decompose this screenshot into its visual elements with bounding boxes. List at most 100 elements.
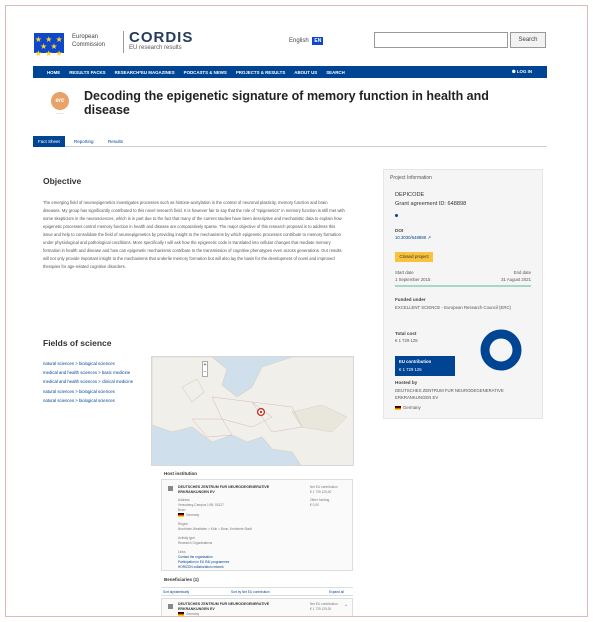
location-map[interactable]	[151, 356, 354, 466]
status-badge: Closed project	[395, 252, 433, 262]
host-other-funding-label: Other funding	[310, 498, 330, 502]
zoom-in-button[interactable]: +	[203, 362, 207, 369]
sort-contribution-button[interactable]: Sort by Net EU contribution	[231, 590, 270, 594]
objective-text: The emerging field of neuroepigenetics i…	[43, 200, 345, 269]
sort-alpha-button[interactable]: Sort alphabetically	[163, 590, 189, 594]
search-button[interactable]: Search	[510, 32, 546, 48]
project-timeline-bar	[395, 285, 531, 287]
funded-under-label: Funded under	[395, 297, 426, 302]
grant-agreement-id: Grant agreement ID: 648898	[395, 201, 467, 207]
eu-contribution-label: EU contribution	[399, 359, 432, 364]
start-date-value: 1 September 2015	[395, 277, 431, 282]
tab-reporting[interactable]: Reporting	[69, 136, 99, 147]
header-divider	[123, 31, 124, 53]
page-title: Decoding the epigenetic signature of mem…	[84, 89, 489, 117]
nav-item-podcasts-news[interactable]: PODCASTS & NEWS	[184, 70, 227, 75]
info-dot-icon	[395, 214, 398, 217]
eu-flag-icon[interactable]: ★ ★ ★ ★ ★ ★ ★ ★	[34, 33, 64, 58]
cordis-logo[interactable]: CORDIS	[129, 29, 193, 46]
hosted-by-value[interactable]: DEUTSCHES ZENTRUM FUR NEURODEGENERATIVE …	[395, 387, 535, 401]
host-activity: Research Organisations	[178, 541, 213, 545]
beneficiary-net-label: Net EU contribution	[310, 602, 338, 606]
germany-flag-icon	[178, 612, 184, 616]
language-selector[interactable]: English EN	[289, 37, 324, 45]
funded-under-value[interactable]: EXCELLENT SCIENCE - European Research Co…	[395, 304, 535, 311]
host-country: Germany	[178, 513, 199, 518]
contribution-donut-chart	[480, 329, 522, 371]
host-contact-link[interactable]: Contact the organisation	[178, 555, 213, 560]
login-label: LOG IN	[516, 69, 532, 74]
host-country-label: Germany	[186, 513, 200, 517]
cordis-subtitle: EU research results	[129, 45, 182, 51]
institution-icon	[168, 604, 173, 609]
language-label: English	[289, 38, 309, 44]
hosted-by-label: Hosted by	[395, 380, 418, 385]
total-cost-label: Total cost	[395, 331, 417, 336]
eu-contribution-box: EU contribution € 1 729 125	[395, 356, 455, 376]
page-frame: ★ ★ ★ ★ ★ ★ ★ ★ European Commission CORDIS…	[5, 5, 588, 617]
project-acronym: DEPICODE	[395, 192, 425, 198]
beneficiary-name[interactable]: DEUTSCHES ZENTRUM FUR NEURODEGENERATIVE …	[178, 602, 298, 611]
field-link[interactable]: medical and health sciences > basic medi…	[43, 368, 149, 377]
nav-item-magazines[interactable]: RESEARCH*EU MAGAZINES	[115, 70, 175, 75]
institution-icon	[168, 486, 173, 491]
field-link[interactable]: natural sciences > biological sciences	[43, 387, 149, 396]
nav-item-projects-results[interactable]: PROJECTS & RESULTS	[236, 70, 285, 75]
panel-heading: Project Information	[390, 175, 432, 181]
host-network-link[interactable]: HORIZON collaboration network	[178, 565, 224, 570]
host-address: Venusberg-Campus 1/99, 53127 Bonn	[178, 503, 224, 512]
nav-item-about-us[interactable]: ABOUT US	[294, 70, 317, 75]
tab-results[interactable]: Results	[103, 136, 128, 147]
external-link-icon: ↗	[427, 235, 431, 240]
host-region: Nordrhein-Westfalen > Köln > Bonn, Kreis…	[178, 527, 252, 531]
end-date-value: 31 August 2021	[501, 277, 531, 282]
host-other-funding-value: € 0,00	[310, 503, 319, 507]
total-cost-value: € 1 729 125	[395, 338, 418, 343]
map-zoom-control[interactable]: + −	[202, 361, 208, 377]
doi-value: 10.3030/648898	[395, 235, 427, 240]
host-activity-label: Activity type	[178, 536, 196, 540]
start-date-label: Start date	[395, 270, 414, 275]
field-link[interactable]: medical and health sciences > clinical m…	[43, 377, 149, 386]
fields-heading: Fields of science	[43, 338, 112, 348]
hosted-country: Germany	[395, 405, 421, 410]
objective-heading: Objective	[43, 176, 82, 186]
tab-fact-sheet[interactable]: Fact Sheet	[33, 136, 65, 147]
host-name[interactable]: DEUTSCHES ZENTRUM FUR NEURODEGENERATIVE …	[178, 485, 298, 494]
main-nav: HOME RESULTS PACKS RESEARCH*EU MAGAZINES…	[33, 66, 547, 78]
beneficiary-card[interactable]: DEUTSCHES ZENTRUM FUR NEURODEGENERATIVE …	[161, 598, 353, 616]
host-address-label: Address	[178, 498, 190, 502]
map-marker-icon	[256, 407, 266, 417]
map-europe-graphic	[152, 357, 353, 465]
host-card: DEUTSCHES ZENTRUM FUR NEURODEGENERATIVE …	[161, 479, 353, 571]
erc-logo-line: ―――	[56, 112, 64, 115]
host-participation-link[interactable]: Participation in EU R&I programmes	[178, 560, 229, 565]
host-region-label: Region	[178, 522, 189, 526]
nav-item-home[interactable]: HOME	[47, 70, 60, 75]
host-links-label: Links	[178, 550, 186, 554]
field-link[interactable]: natural sciences > biological sciences	[43, 396, 149, 405]
nav-item-results-packs[interactable]: RESULTS PACKS	[69, 70, 105, 75]
host-heading: Host institution	[164, 471, 197, 476]
eu-contribution-value: € 1 729 125	[399, 367, 422, 372]
expand-all-button[interactable]: Expand all	[329, 590, 344, 594]
doi-label: DOI	[395, 228, 404, 233]
zoom-out-button[interactable]: −	[203, 369, 207, 376]
donut-arc	[480, 329, 522, 371]
doi-link[interactable]: 10.3030/648898 ↗	[395, 235, 431, 241]
search-input[interactable]	[374, 32, 508, 48]
beneficiary-country-label: Germany	[186, 612, 200, 616]
language-code-badge: EN	[312, 37, 324, 45]
expand-chevron-icon[interactable]: ⌄	[344, 603, 348, 608]
end-date-label: End date	[513, 270, 531, 275]
login-link[interactable]: ⚉ LOG IN	[512, 69, 541, 75]
site-header: ★ ★ ★ ★ ★ ★ ★ ★ European Commission CORDIS…	[6, 6, 587, 64]
erc-logo: erc ―――	[45, 92, 75, 116]
nav-item-search[interactable]: SEARCH	[326, 70, 345, 75]
project-info-panel: Project Information DEPICODE Grant agree…	[383, 169, 543, 419]
host-net-value: € 1 729 125,00	[310, 490, 332, 494]
germany-flag-icon	[395, 405, 401, 410]
field-link[interactable]: natural sciences > biological sciences	[43, 359, 149, 368]
beneficiary-net-value: € 1 729 125,00	[310, 607, 332, 611]
fields-list: natural sciences > biological sciences m…	[43, 359, 149, 405]
